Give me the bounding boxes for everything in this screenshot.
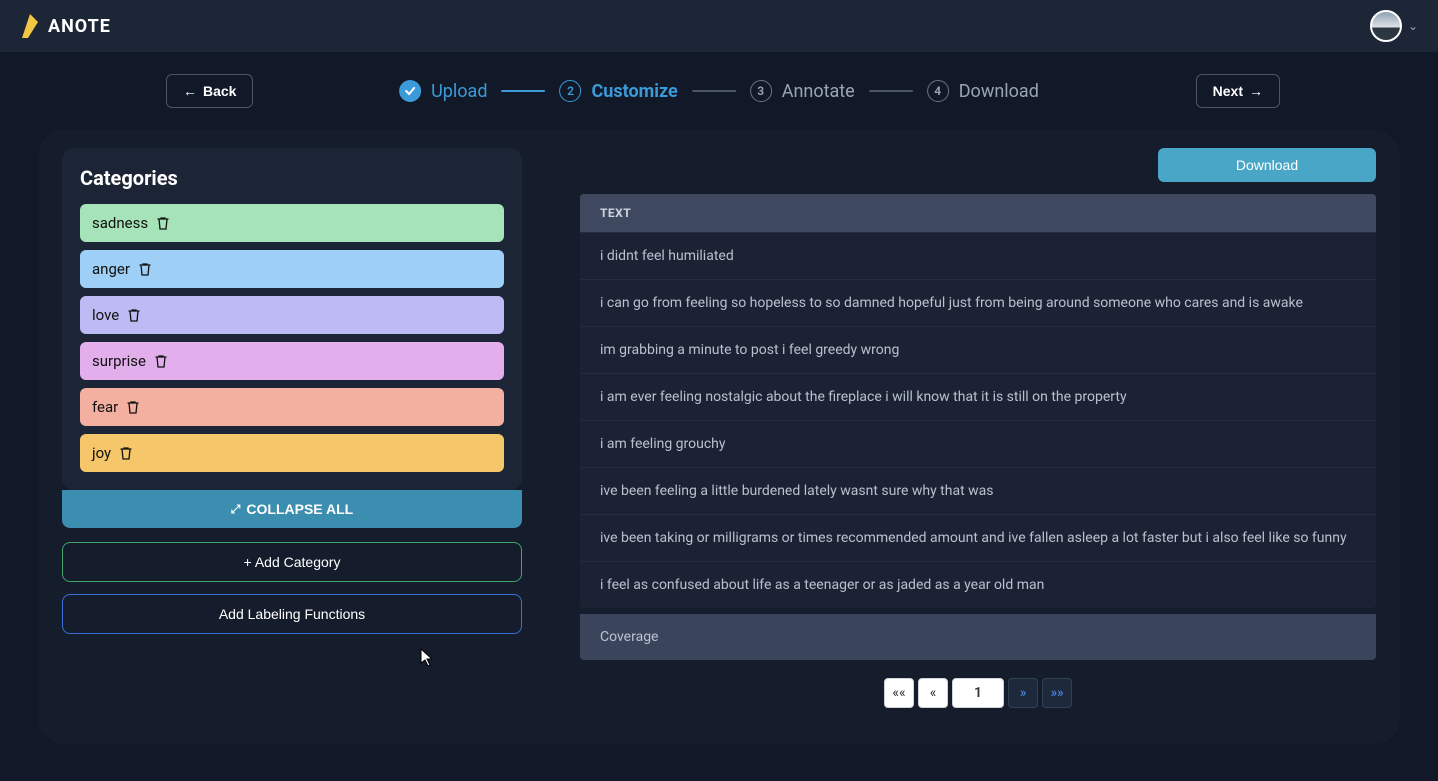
category-chip-love[interactable]: love xyxy=(80,296,504,334)
table-row[interactable]: i am ever feeling nostalgic about the fi… xyxy=(580,373,1376,420)
step-label: Customize xyxy=(592,81,678,102)
stepper: Upload 2 Customize 3 Annotate 4 Download xyxy=(399,80,1039,102)
page-number[interactable]: 1 xyxy=(952,678,1004,708)
table-row[interactable]: im grabbing a minute to post i feel gree… xyxy=(580,326,1376,373)
step-upload[interactable]: Upload xyxy=(399,80,487,102)
brand-name: ANOTE xyxy=(48,16,111,37)
categories-list: sadness anger love surprise fear joy xyxy=(80,204,504,472)
table-row[interactable]: ive been taking or milligrams or times r… xyxy=(580,514,1376,561)
trash-icon[interactable] xyxy=(127,308,141,322)
step-label: Download xyxy=(959,81,1039,102)
category-chip-joy[interactable]: joy xyxy=(80,434,504,472)
back-button[interactable]: ← Back xyxy=(166,74,253,108)
trash-icon[interactable] xyxy=(126,400,140,414)
arrow-right-icon: → xyxy=(1249,83,1263,99)
next-button[interactable]: Next → xyxy=(1196,74,1280,108)
chevron-down-icon: ⌄ xyxy=(1408,19,1418,33)
step-download[interactable]: 4 Download xyxy=(927,80,1039,102)
back-label: Back xyxy=(203,83,236,99)
add-category-button[interactable]: + Add Category xyxy=(62,542,522,582)
category-chip-surprise[interactable]: surprise xyxy=(80,342,504,380)
category-chip-anger[interactable]: anger xyxy=(80,250,504,288)
step-number: 3 xyxy=(750,80,772,102)
table-header: TEXT xyxy=(580,194,1376,232)
arrow-left-icon: ← xyxy=(183,83,197,99)
categories-title: Categories xyxy=(80,166,504,190)
trash-icon[interactable] xyxy=(138,262,152,276)
step-annotate[interactable]: 3 Annotate xyxy=(750,80,855,102)
step-number: 4 xyxy=(927,80,949,102)
main-panel: Categories sadness anger love surprise fear j… xyxy=(38,130,1400,744)
collapse-icon: ⤢ xyxy=(231,502,241,517)
table-row[interactable]: i can go from feeling so hopeless to so … xyxy=(580,279,1376,326)
header-row: ← Back Upload 2 Customize 3 Annotate 4 D… xyxy=(0,52,1438,118)
avatar xyxy=(1370,10,1402,42)
category-label: sadness xyxy=(92,214,148,232)
step-connector xyxy=(692,90,736,92)
page-first-button[interactable]: «« xyxy=(884,678,914,708)
logo[interactable]: ANOTE xyxy=(20,12,111,40)
profile-menu[interactable]: ⌄ xyxy=(1370,10,1418,42)
table-row[interactable]: ive been feeling a little burdened latel… xyxy=(580,467,1376,514)
page-next-button[interactable]: » xyxy=(1008,678,1038,708)
feather-icon xyxy=(20,12,40,40)
categories-box: Categories sadness anger love surprise fear j… xyxy=(62,148,522,490)
step-label: Upload xyxy=(431,81,487,102)
next-label: Next xyxy=(1213,83,1243,99)
page-prev-button[interactable]: « xyxy=(918,678,948,708)
add-labeling-functions-button[interactable]: Add Labeling Functions xyxy=(62,594,522,634)
category-chip-sadness[interactable]: sadness xyxy=(80,204,504,242)
trash-icon[interactable] xyxy=(156,216,170,230)
collapse-label: COLLAPSE ALL xyxy=(246,501,353,517)
category-label: love xyxy=(92,306,119,324)
category-label: surprise xyxy=(92,352,146,370)
table-row[interactable]: i feel as confused about life as a teena… xyxy=(580,561,1376,608)
pagination: «« « 1 » »» xyxy=(580,678,1376,708)
category-chip-fear[interactable]: fear xyxy=(80,388,504,426)
page-last-button[interactable]: »» xyxy=(1042,678,1072,708)
coverage-row: Coverage xyxy=(580,614,1376,660)
categories-panel: Categories sadness anger love surprise fear j… xyxy=(62,148,522,720)
topbar: ANOTE ⌄ xyxy=(0,0,1438,52)
step-customize[interactable]: 2 Customize xyxy=(560,80,678,102)
data-table: TEXT i didnt feel humiliatedi can go fro… xyxy=(580,194,1376,608)
category-label: anger xyxy=(92,260,130,278)
trash-icon[interactable] xyxy=(119,446,133,460)
table-row[interactable]: i am feeling grouchy xyxy=(580,420,1376,467)
table-row[interactable]: i didnt feel humiliated xyxy=(580,232,1376,279)
collapse-all-button[interactable]: ⤢ COLLAPSE ALL xyxy=(62,490,522,528)
category-label: joy xyxy=(92,444,111,462)
trash-icon[interactable] xyxy=(154,354,168,368)
step-connector xyxy=(502,90,546,92)
category-label: fear xyxy=(92,398,118,416)
check-icon xyxy=(399,80,421,102)
step-number: 2 xyxy=(560,80,582,102)
step-connector xyxy=(869,90,913,92)
step-label: Annotate xyxy=(782,81,855,102)
download-button[interactable]: Download xyxy=(1158,148,1376,182)
data-panel: Download TEXT i didnt feel humiliatedi c… xyxy=(580,148,1376,720)
